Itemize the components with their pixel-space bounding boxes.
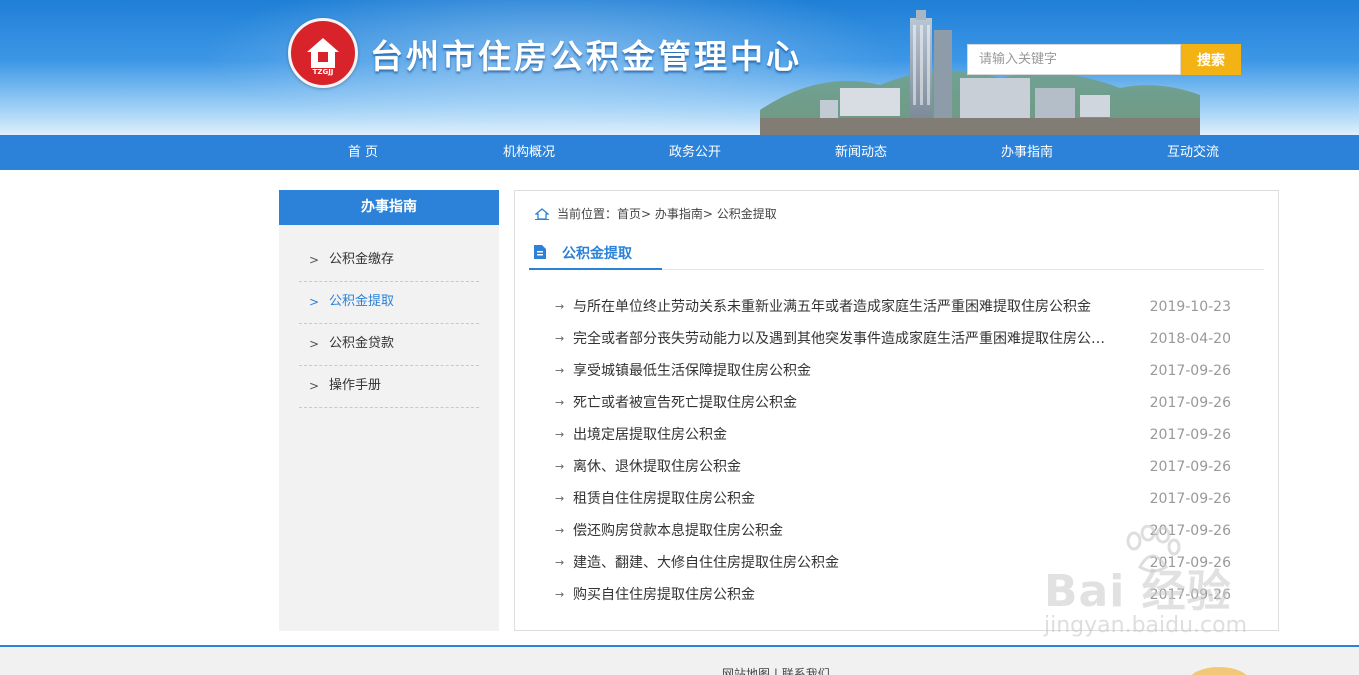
arrow-right-icon: → [555,588,565,601]
article-row[interactable]: → 租赁自住住房提取住房公积金 2017-09-26 [555,483,1255,515]
article-row[interactable]: → 建造、翻建、大修自住住房提取住房公积金 2017-09-26 [555,547,1255,579]
article-date: 2017-09-26 [1149,555,1231,571]
article-date: 2017-09-26 [1149,587,1231,603]
arrow-right-icon: → [555,492,565,505]
footer-link-sitemap[interactable]: 网站地图 [722,667,770,675]
article-row[interactable]: → 出境定居提取住房公积金 2017-09-26 [555,419,1255,451]
breadcrumb-prefix: 当前位置： [557,207,618,221]
logo-text: TZGJJ [312,68,334,76]
sidebar-item-label: 操作手册 [329,378,382,393]
chevron-right-icon: > [309,253,320,267]
footer-separator: | [773,667,778,675]
article-date: 2017-09-26 [1149,395,1231,411]
sidebar-item-label: 公积金贷款 [329,336,395,351]
article-title[interactable]: 建造、翻建、大修自住住房提取住房公积金 [573,547,1113,579]
article-row[interactable]: → 离休、退休提取住房公积金 2017-09-26 [555,451,1255,483]
arrow-right-icon: → [555,460,565,473]
nav-item-news[interactable]: 新闻动态 [778,135,944,170]
article-title[interactable]: 与所在单位终止劳动关系未重新业满五年或者造成家庭生活严重困难提取住房公积金 [573,291,1113,323]
article-title[interactable]: 完全或者部分丧失劳动能力以及遇到其他突发事件造成家庭生活严重困难提取住房公积金 [573,323,1113,355]
nav-item-government-affairs[interactable]: 政务公开 [612,135,778,170]
article-title[interactable]: 购买自住住房提取住房公积金 [573,579,1113,611]
sidebar-title: 办事指南 [279,190,499,225]
article-date: 2018-04-20 [1149,331,1231,347]
article-title[interactable]: 离休、退休提取住房公积金 [573,451,1113,483]
article-title[interactable]: 偿还购房贷款本息提取住房公积金 [573,515,1113,547]
search-button[interactable]: 搜索 [1181,44,1241,75]
article-date: 2017-09-26 [1149,427,1231,443]
arrow-right-icon: → [555,300,565,313]
breadcrumb-path[interactable]: 首页> 办事指南> 公积金提取 [617,207,777,221]
site-title: 台州市住房公积金管理中心 [370,37,802,76]
footer-badge [1188,667,1250,675]
footer-links: 网站地图 | 联系我们 [722,665,830,675]
article-date: 2019-10-23 [1149,299,1231,315]
house-logo-icon [307,38,339,68]
site-logo[interactable]: TZGJJ [288,18,358,88]
search-input[interactable] [967,44,1181,75]
document-icon [534,245,546,259]
article-title[interactable]: 出境定居提取住房公积金 [573,419,1113,451]
article-row[interactable]: → 享受城镇最低生活保障提取住房公积金 2017-09-26 [555,355,1255,387]
article-row[interactable]: → 偿还购房贷款本息提取住房公积金 2017-09-26 [555,515,1255,547]
article-title[interactable]: 租赁自住住房提取住房公积金 [573,483,1113,515]
sidebar: 办事指南 > 公积金缴存 > 公积金提取 > 公积金贷款 > 操作手册 [279,190,499,631]
article-date: 2017-09-26 [1149,523,1231,539]
nav-item-home[interactable]: 首 页 [280,135,446,170]
article-date: 2017-09-26 [1149,491,1231,507]
article-row[interactable]: → 死亡或者被宣告死亡提取住房公积金 2017-09-26 [555,387,1255,419]
article-list: → 与所在单位终止劳动关系未重新业满五年或者造成家庭生活严重困难提取住房公积金 20… [555,291,1255,611]
sidebar-item-label: 公积金缴存 [329,252,395,267]
sidebar-item-withdrawal[interactable]: > 公积金提取 [299,282,479,324]
nav-item-interaction[interactable]: 互动交流 [1110,135,1276,170]
section-title: 公积金提取 [562,246,632,262]
article-row[interactable]: → 与所在单位终止劳动关系未重新业满五年或者造成家庭生活严重困难提取住房公积金 20… [555,291,1255,323]
sidebar-item-manual[interactable]: > 操作手册 [299,366,479,408]
breadcrumb: 当前位置：首页> 办事指南> 公积金提取 [535,205,777,221]
site-footer: 网站地图 | 联系我们 [0,645,1359,675]
nav-item-service-guide[interactable]: 办事指南 [944,135,1110,170]
site-header: TZGJJ 台州市住房公积金管理中心 搜索 [0,0,1359,135]
arrow-right-icon: → [555,396,565,409]
sidebar-list: > 公积金缴存 > 公积金提取 > 公积金贷款 > 操作手册 [299,240,479,408]
chevron-right-icon: > [309,337,320,351]
article-title[interactable]: 死亡或者被宣告死亡提取住房公积金 [573,387,1113,419]
article-date: 2017-09-26 [1149,363,1231,379]
arrow-right-icon: → [555,556,565,569]
arrow-right-icon: → [555,332,565,345]
arrow-right-icon: → [555,524,565,537]
sidebar-item-deposit[interactable]: > 公积金缴存 [299,240,479,282]
nav-item-about[interactable]: 机构概况 [446,135,612,170]
chevron-right-icon: > [309,295,320,309]
page: TZGJJ 台州市住房公积金管理中心 搜索 首 页 机构概况 政务公开 新闻动态… [0,0,1359,675]
article-row[interactable]: → 完全或者部分丧失劳动能力以及遇到其他突发事件造成家庭生活严重困难提取住房公积金… [555,323,1255,355]
article-title[interactable]: 享受城镇最低生活保障提取住房公积金 [573,355,1113,387]
sidebar-item-loan[interactable]: > 公积金贷款 [299,324,479,366]
footer-link-contact[interactable]: 联系我们 [782,667,830,675]
chevron-right-icon: > [309,379,320,393]
sidebar-item-label: 公积金提取 [329,294,395,309]
home-icon [535,207,549,220]
arrow-right-icon: → [555,364,565,377]
section-header: 公积金提取 [529,235,662,270]
content-panel: 当前位置：首页> 办事指南> 公积金提取 公积金提取 → 与所在单位终止劳动关系未… [514,190,1279,631]
article-row[interactable]: → 购买自住住房提取住房公积金 2017-09-26 [555,579,1255,611]
arrow-right-icon: → [555,428,565,441]
article-date: 2017-09-26 [1149,459,1231,475]
main-nav: 首 页 机构概况 政务公开 新闻动态 办事指南 互动交流 [0,135,1359,170]
